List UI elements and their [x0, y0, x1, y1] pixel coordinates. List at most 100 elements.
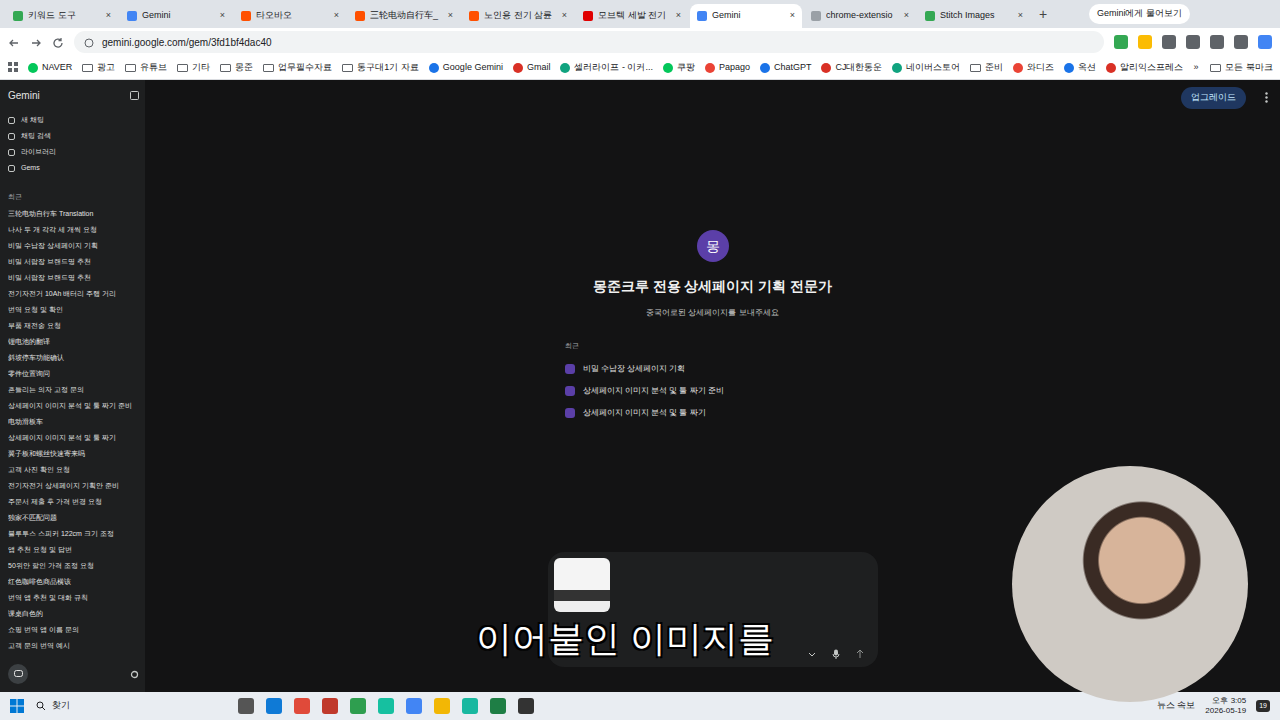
bookmark[interactable]: 쿠팡 [663, 61, 695, 75]
sidebar-nav-item[interactable]: 라이브러리 [8, 144, 139, 160]
recent-chat[interactable]: 상세페이지 이미지 분석 및 툴 짜기 준비 [8, 399, 139, 415]
sidebar-nav-item[interactable]: 채팅 검색 [8, 128, 139, 144]
recent-chat[interactable]: 전기자전거 10Ah 배터리 주행 거리 [8, 287, 139, 303]
clock[interactable]: 오후 3:052026-05-19 [1205, 696, 1246, 715]
recent-chat[interactable]: 주문서 제출 후 가격 변경 요청 [8, 495, 139, 511]
recent-chat[interactable]: 부품 재전송 요청 [8, 319, 139, 335]
recent-chat[interactable]: 흔들리는 의자 고정 문의 [8, 383, 139, 399]
gem-recent-chat[interactable]: 비밀 수납장 상세페이지 기획 [565, 358, 855, 380]
forward-icon[interactable] [30, 33, 42, 51]
taskbar-app-icon[interactable] [518, 698, 534, 714]
site-info-icon[interactable] [84, 35, 94, 50]
taskbar-app-icon[interactable] [322, 698, 338, 714]
ask-gemini-button[interactable]: Gemini에게 물어보기 [1089, 4, 1190, 24]
recent-chat[interactable]: 红色咖啡色商品横该 [8, 575, 139, 591]
close-icon[interactable]: × [448, 9, 453, 23]
sidebar-nav-item[interactable]: 새 채팅 [8, 112, 139, 128]
notification-badge[interactable]: 19 [1256, 700, 1270, 713]
bookmark[interactable]: 유튜브 [125, 61, 167, 75]
bookmark[interactable]: 업무필수자료 [263, 61, 332, 75]
browser-tab[interactable]: 키워드 도구× [6, 4, 118, 28]
gem-recent-chat[interactable]: 상세페이지 이미지 분석 및 툴 짜기 준비 [565, 380, 855, 402]
extension-icon[interactable] [1234, 35, 1248, 49]
settings-icon[interactable] [130, 662, 139, 686]
bookmark[interactable]: 네이버스토어 [892, 61, 960, 75]
chat-bubble-icon[interactable] [8, 664, 28, 684]
taskbar-app-icon[interactable] [462, 698, 478, 714]
taskbar-app-icon[interactable] [406, 698, 422, 714]
url-field[interactable]: gemini.google.com/gem/3fd1bf4dac40 [74, 31, 1104, 53]
extension-icon[interactable] [1210, 35, 1224, 49]
more-icon[interactable] [1265, 88, 1268, 105]
extension-icon[interactable] [1138, 35, 1152, 49]
extension-icon[interactable] [1186, 35, 1200, 49]
bookmark[interactable]: 준비 [970, 61, 1003, 75]
send-icon[interactable] [856, 648, 864, 662]
close-icon[interactable]: × [904, 9, 909, 23]
browser-tab[interactable]: 노인용 전기 삼륜× [462, 4, 574, 28]
recent-chat[interactable]: 独家不匹配问题 [8, 511, 139, 527]
close-icon[interactable]: × [676, 9, 681, 23]
recent-chat[interactable]: 翼子板和螺丝快速寄来吗 [8, 447, 139, 463]
bookmark[interactable]: 옥션 [1064, 61, 1096, 75]
recent-chat[interactable]: 三轮电动自行车 Translation [8, 207, 139, 223]
all-bookmarks[interactable]: »모든 북마크 [1193, 61, 1273, 75]
close-icon[interactable]: × [562, 9, 567, 23]
close-icon[interactable]: × [220, 9, 225, 23]
taskbar-app-icon[interactable] [294, 698, 310, 714]
gem-recent-chat[interactable]: 상세페이지 이미지 분석 및 툴 짜기 [565, 402, 855, 424]
bookmark[interactable]: 와디즈 [1013, 61, 1054, 75]
recent-chat[interactable]: 번역 요청 및 확인 [8, 303, 139, 319]
sidebar-nav-item[interactable]: Gems [8, 160, 139, 176]
recent-chat[interactable]: 쇼핑 번역 앱 이름 문의 [8, 623, 139, 639]
attached-image[interactable] [554, 558, 610, 612]
recent-chat[interactable]: 전기자전거 상세페이지 기획안 준비 [8, 479, 139, 495]
overflow-button[interactable]: » [1193, 61, 1198, 75]
browser-tab[interactable]: 타오바오× [234, 4, 346, 28]
extension-icon[interactable] [1162, 35, 1176, 49]
taskbar-app-icon[interactable] [238, 698, 254, 714]
recent-chat[interactable]: 고객 문의 번역 예시 [8, 639, 139, 655]
recent-chat[interactable]: 번역 앱 추천 및 대화 규칙 [8, 591, 139, 607]
news-widget[interactable]: 뉴스 속보 [1157, 699, 1196, 713]
mic-icon[interactable] [832, 648, 840, 662]
bookmark[interactable]: 알리익스프레스 [1106, 61, 1183, 75]
extension-icon[interactable] [1258, 35, 1272, 49]
recent-chat[interactable]: 锂电池的翻译 [8, 335, 139, 351]
bookmark[interactable]: NAVER [28, 61, 72, 75]
reload-icon[interactable] [52, 33, 64, 51]
back-icon[interactable] [8, 33, 20, 51]
recent-chat[interactable]: 课桌白色的 [8, 607, 139, 623]
browser-tab[interactable]: Stitch Images× [918, 4, 1030, 28]
recent-chat[interactable]: 앱 추천 요청 및 답변 [8, 543, 139, 559]
bookmark[interactable]: 셀러라이프 - 이커... [560, 61, 653, 75]
new-tab-button[interactable]: + [1032, 4, 1054, 25]
browser-tab[interactable]: Gemini× [690, 4, 802, 28]
bookmark[interactable]: Google Gemini [429, 61, 503, 75]
recent-chat[interactable]: 블루투스 스피커 122cm 크기 조정 [8, 527, 139, 543]
collapse-icon[interactable] [130, 88, 139, 103]
close-icon[interactable]: × [1018, 9, 1023, 23]
browser-tab[interactable]: Gemini× [120, 4, 232, 28]
taskbar-app-icon[interactable] [434, 698, 450, 714]
browser-tab[interactable]: chrome-extensio× [804, 4, 916, 28]
bookmark[interactable]: 몽준 [220, 61, 253, 75]
recent-chat[interactable]: 零件位置询问 [8, 367, 139, 383]
browser-tab[interactable]: 모브텍 세발 전기× [576, 4, 688, 28]
upgrade-button[interactable]: 업그레이드 [1181, 87, 1246, 109]
bookmark[interactable]: Gmail [513, 61, 551, 75]
recent-chat[interactable]: 상세페이지 이미지 분석 및 툴 짜기 [8, 431, 139, 447]
bookmark[interactable]: CJ대한통운 [821, 61, 882, 75]
recent-chat[interactable]: 비밀 서랍장 브랜드명 추천 [8, 255, 139, 271]
browser-tab[interactable]: 三轮电动自行车_× [348, 4, 460, 28]
taskbar-app-icon[interactable] [350, 698, 366, 714]
close-icon[interactable]: × [106, 9, 111, 23]
recent-chat[interactable]: 고객 사진 확인 요청 [8, 463, 139, 479]
bookmark[interactable]: 통구대1기 자료 [342, 61, 419, 75]
windows-start-icon[interactable] [10, 699, 24, 713]
bookmark[interactable]: Papago [705, 61, 750, 75]
recent-chat[interactable]: 斜坡停车功能确认 [8, 351, 139, 367]
bookmark[interactable]: ChatGPT [760, 61, 812, 75]
recent-chat[interactable]: 电动滑板车 [8, 415, 139, 431]
apps-icon[interactable] [8, 61, 18, 75]
